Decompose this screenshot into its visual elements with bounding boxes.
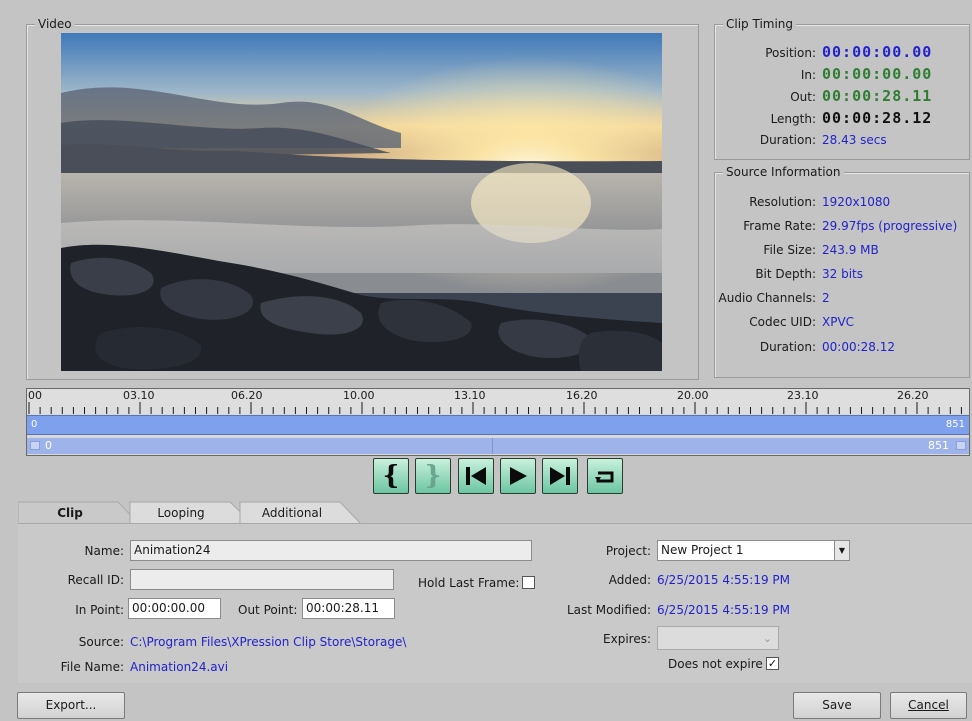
audio-channels-value: 2: [822, 291, 830, 305]
video-preview[interactable]: [61, 33, 662, 371]
play-icon: [510, 467, 527, 485]
play-button[interactable]: [500, 458, 536, 494]
ruler-label: 23.10: [787, 389, 819, 402]
does-not-expire-label: Does not expire: [668, 657, 763, 671]
in-timecode: 00:00:00.00: [822, 65, 933, 83]
length-timecode: 00:00:28.12: [822, 109, 933, 127]
out-point-field[interactable]: 00:00:28.11: [302, 598, 395, 619]
scroll-start-value: 0: [45, 439, 52, 452]
hold-last-frame-checkbox[interactable]: [522, 576, 535, 589]
in-point-label: In Point:: [75, 603, 124, 617]
tab-clip[interactable]: Clip: [40, 501, 100, 525]
file-name-link[interactable]: Animation24.avi: [130, 660, 228, 674]
go-to-end-button[interactable]: [542, 458, 578, 494]
save-button[interactable]: Save: [793, 692, 881, 719]
source-duration-label: Duration:: [759, 340, 816, 354]
brace-open-icon: {: [382, 461, 400, 491]
bit-depth-label: Bit Depth:: [755, 267, 816, 281]
source-path-link[interactable]: C:\Program Files\XPression Clip Store\St…: [130, 635, 406, 649]
go-to-start-button[interactable]: [458, 458, 494, 494]
length-label: Length:: [770, 112, 816, 126]
frame-rate-value: 29.97fps (progressive): [822, 219, 958, 233]
range-end-value: 851: [945, 419, 965, 430]
ruler-label: 10.00: [343, 389, 375, 402]
loop-button[interactable]: [587, 458, 623, 494]
cancel-button[interactable]: Cancel: [890, 692, 967, 719]
timeline-ruler[interactable]: 00 03.10 06.20 10.00 13.10 16.20 20.00 2…: [27, 389, 969, 414]
duration-value: 28.43 secs: [822, 133, 887, 147]
last-modified-label: Last Modified:: [566, 603, 651, 617]
out-label: Out:: [790, 90, 816, 104]
ruler-label: 26.20: [897, 389, 929, 402]
cancel-button-label: Cancel: [908, 698, 949, 712]
scroll-right-handle[interactable]: [956, 441, 966, 450]
scroll-left-handle[interactable]: [30, 441, 40, 450]
expires-label: Expires:: [603, 632, 651, 646]
name-field[interactable]: Animation24: [130, 540, 532, 561]
in-out-range-bar[interactable]: 0 851: [27, 415, 969, 435]
video-legend: Video: [35, 17, 75, 31]
ruler-ticks: [28, 402, 962, 414]
project-select[interactable]: New Project 1 ▼: [657, 540, 850, 561]
ruler-label: 03.10: [123, 389, 155, 402]
chevron-down-icon[interactable]: ⌄: [763, 629, 772, 648]
dropdown-arrow-icon[interactable]: ▼: [834, 541, 849, 560]
range-start-value: 0: [31, 419, 38, 430]
last-modified-value: 6/25/2015 4:55:19 PM: [657, 603, 791, 617]
file-size-value: 243.9 MB: [822, 243, 879, 257]
out-timecode: 00:00:28.11: [822, 87, 933, 105]
recall-id-field[interactable]: [130, 569, 394, 590]
video-frame-image: [61, 33, 662, 371]
hold-last-frame-label: Hold Last Frame:: [418, 576, 520, 590]
ruler-label: 13.10: [454, 389, 486, 402]
added-value: 6/25/2015 4:55:19 PM: [657, 573, 791, 587]
frame-rate-label: Frame Rate:: [743, 219, 816, 233]
export-button[interactable]: Export...: [17, 692, 125, 719]
project-select-value: New Project 1: [661, 543, 744, 557]
ruler-label: 00: [28, 389, 42, 402]
brace-close-icon: }: [424, 461, 442, 491]
set-out-button[interactable]: }: [415, 458, 451, 494]
source-information-legend: Source Information: [723, 165, 844, 179]
set-in-button[interactable]: {: [373, 458, 409, 494]
file-name-label: File Name:: [60, 660, 124, 674]
does-not-expire-checkbox[interactable]: ✓: [766, 657, 779, 670]
codec-uid-label: Codec UID:: [749, 315, 816, 329]
position-timecode: 00:00:00.00: [822, 43, 933, 61]
scroll-divider: [492, 438, 493, 454]
name-label: Name:: [84, 544, 124, 558]
added-label: Added:: [608, 573, 651, 587]
audio-channels-label: Audio Channels:: [718, 291, 816, 305]
clip-timing-legend: Clip Timing: [723, 17, 797, 31]
source-label: Source:: [78, 635, 124, 649]
timeline-scrollbar[interactable]: 0 851: [27, 438, 969, 454]
ruler-label: 20.00: [677, 389, 709, 402]
position-label: Position:: [765, 46, 816, 60]
ruler-label: 16.20: [566, 389, 598, 402]
recall-id-label: Recall ID:: [67, 573, 124, 587]
ruler-label: 06.20: [231, 389, 263, 402]
loop-icon: [595, 471, 614, 483]
in-label: In:: [800, 68, 816, 82]
skip-back-icon: [466, 467, 486, 485]
resolution-value: 1920x1080: [822, 195, 891, 209]
bit-depth-value: 32 bits: [822, 267, 863, 281]
in-point-field[interactable]: 00:00:00.00: [128, 598, 221, 619]
timeline[interactable]: 00 03.10 06.20 10.00 13.10 16.20 20.00 2…: [26, 388, 970, 456]
skip-forward-icon: [550, 467, 570, 485]
file-size-label: File Size:: [763, 243, 816, 257]
tab-additional[interactable]: Additional: [252, 501, 332, 525]
expires-date-picker[interactable]: ⌄: [657, 626, 779, 650]
duration-label: Duration:: [759, 133, 816, 147]
resolution-label: Resolution:: [749, 195, 816, 209]
scroll-end-value: 851: [928, 439, 949, 452]
project-label: Project:: [605, 544, 651, 558]
tab-looping[interactable]: Looping: [146, 501, 216, 525]
source-duration-value: 00:00:28.12: [822, 340, 895, 354]
out-point-label: Out Point:: [238, 603, 298, 617]
codec-uid-value: XPVC: [822, 315, 855, 329]
